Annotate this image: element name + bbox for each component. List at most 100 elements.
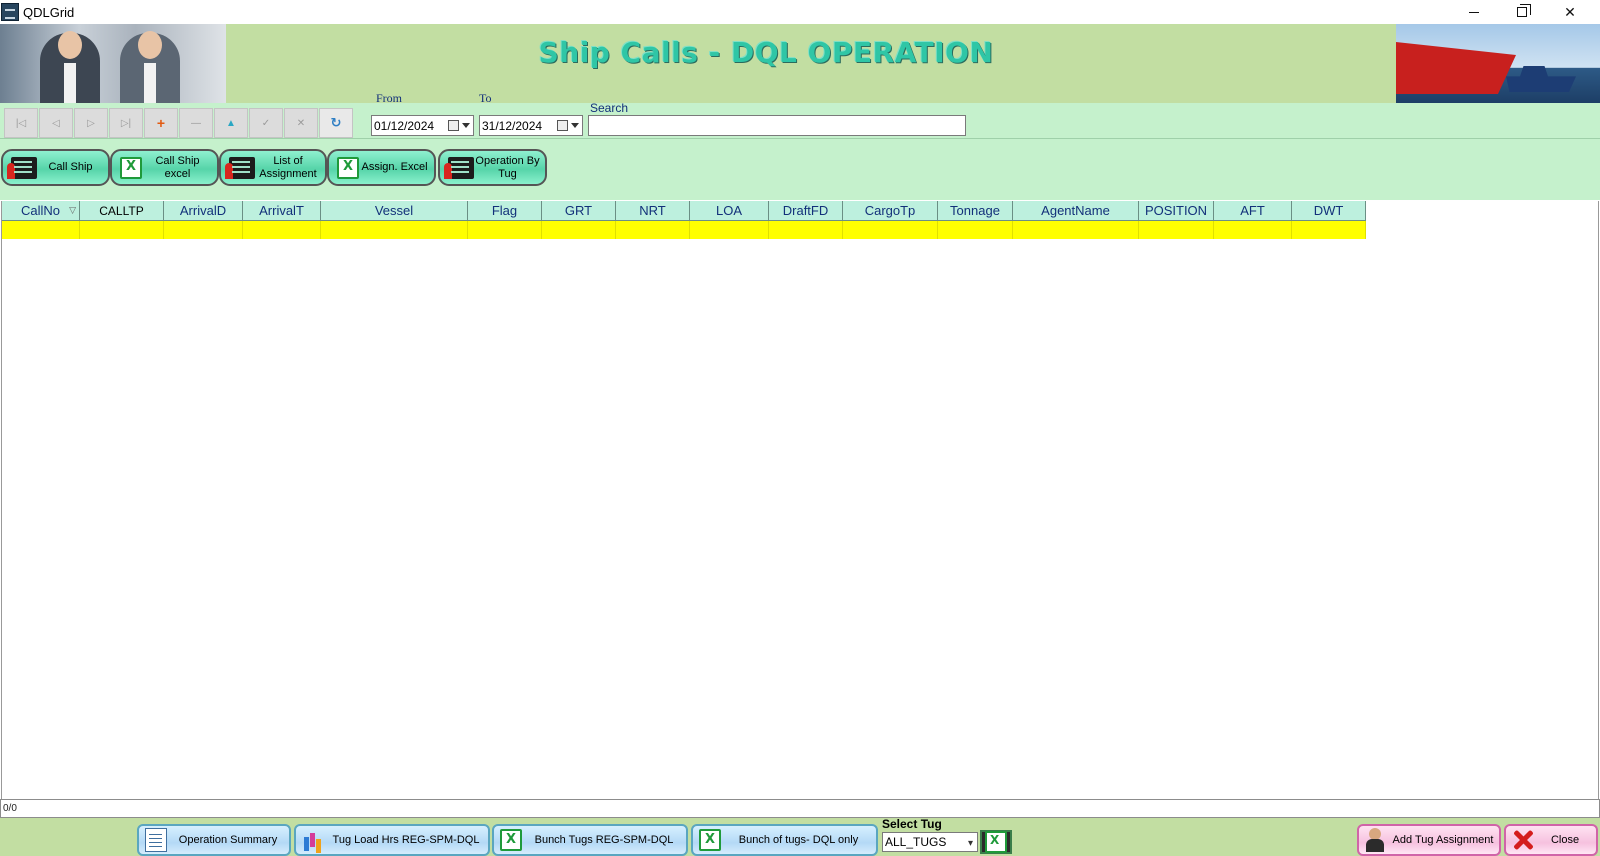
table-cell[interactable] — [468, 221, 542, 239]
operation-summary-label: Operation Summary — [178, 834, 278, 846]
ship-calls-grid[interactable]: CallNo ▽ CALLTP ArrivalD ArrivalT Vessel … — [1, 201, 1599, 799]
column-header-vessel[interactable]: Vessel — [321, 201, 468, 221]
table-cell[interactable] — [1013, 221, 1139, 239]
refresh-button[interactable]: ↻ — [319, 108, 353, 138]
table-cell[interactable] — [616, 221, 690, 239]
table-cell[interactable] — [164, 221, 243, 239]
window-title: QDLGrid — [23, 4, 75, 20]
delete-record-button[interactable]: — — [179, 108, 213, 138]
to-date-picker[interactable]: 31/12/2024 — [479, 115, 583, 136]
column-header-agentname[interactable]: AgentName — [1013, 201, 1139, 221]
calendar-icon[interactable] — [557, 120, 568, 131]
operation-summary-button[interactable]: Operation Summary — [137, 824, 291, 856]
post-record-button[interactable]: ✓ — [249, 108, 283, 138]
dropdown-arrow-icon[interactable] — [571, 123, 579, 128]
table-cell[interactable] — [690, 221, 769, 239]
column-header-tonnage[interactable]: Tonnage — [938, 201, 1013, 221]
bottom-button-bar: Operation Summary Tug Load Hrs REG-SPM-D… — [0, 817, 1600, 856]
call-ship-label: Call Ship — [48, 161, 93, 173]
bar-chart-icon — [302, 828, 324, 852]
next-icon: ▷ — [87, 117, 95, 129]
bunch-of-tugs-dql-button[interactable]: Bunch of tugs- DQL only — [691, 824, 878, 856]
from-date-picker[interactable]: 01/12/2024 — [371, 115, 474, 136]
table-cell[interactable] — [80, 221, 164, 239]
next-record-button[interactable]: ▷ — [74, 108, 108, 138]
table-cell[interactable] — [2, 221, 80, 239]
restore-button[interactable] — [1499, 0, 1545, 24]
to-label: To — [479, 91, 492, 105]
table-cell[interactable] — [843, 221, 938, 239]
select-tug-dropdown[interactable]: ALL_TUGS ▾ — [882, 832, 978, 852]
first-record-button[interactable]: |◁ — [4, 108, 38, 138]
close-window-button[interactable]: ✕ — [1547, 0, 1593, 24]
column-header-calltp[interactable]: CALLTP — [80, 201, 164, 221]
excel-icon — [337, 156, 359, 179]
table-cell[interactable] — [542, 221, 616, 239]
column-header-flag[interactable]: Flag — [468, 201, 542, 221]
add-tug-assignment-button[interactable]: Add Tug Assignment — [1357, 824, 1501, 856]
call-ship-button[interactable]: Call Ship — [1, 149, 110, 186]
prev-record-button[interactable]: ◁ — [39, 108, 73, 138]
add-record-button[interactable]: + — [144, 108, 178, 138]
call-ship-excel-label: Call Ship excel — [155, 154, 200, 180]
window-titlebar: QDLGrid ✕ — [0, 0, 1600, 24]
column-header-cargotp[interactable]: CargoTp — [843, 201, 938, 221]
filter-icon[interactable]: ▽ — [69, 205, 76, 216]
document-icon — [145, 828, 167, 852]
record-count-status: 0/0 — [0, 799, 1600, 818]
excel-icon — [120, 156, 142, 179]
last-record-button[interactable]: ▷| — [109, 108, 143, 138]
table-cell[interactable] — [243, 221, 321, 239]
header-banner: Ship Calls - DQL OPERATION — [0, 24, 1600, 103]
column-header-callno[interactable]: CallNo ▽ — [2, 201, 80, 221]
column-header-nrt[interactable]: NRT — [616, 201, 690, 221]
bunch-tugs-button[interactable]: Bunch Tugs REG-SPM-DQL — [492, 824, 688, 856]
call-ship-excel-button[interactable]: Call Ship excel — [110, 149, 219, 186]
tug-load-hrs-button[interactable]: Tug Load Hrs REG-SPM-DQL — [294, 824, 490, 856]
minimize-button[interactable] — [1451, 0, 1497, 24]
from-label: From — [376, 91, 403, 105]
plus-icon: + — [156, 115, 166, 131]
new-record-row[interactable] — [2, 221, 1366, 239]
table-cell[interactable] — [769, 221, 843, 239]
column-header-arrivalt[interactable]: ArrivalT — [243, 201, 321, 221]
column-header-dwt[interactable]: DWT — [1292, 201, 1366, 221]
search-input[interactable] — [588, 115, 966, 136]
calendar-icon[interactable] — [448, 120, 459, 131]
export-excel-button[interactable] — [980, 830, 1012, 854]
list-of-assignment-button[interactable]: List of Assignment — [219, 149, 327, 186]
cancel-record-button[interactable]: ✕ — [284, 108, 318, 138]
column-header-position[interactable]: POSITION — [1139, 201, 1214, 221]
to-date-value: 31/12/2024 — [482, 118, 543, 133]
column-header-loa[interactable]: LOA — [690, 201, 769, 221]
column-header-grt[interactable]: GRT — [542, 201, 616, 221]
select-tug-value: ALL_TUGS — [885, 835, 947, 849]
from-date-value: 01/12/2024 — [374, 118, 435, 133]
table-cell[interactable] — [938, 221, 1013, 239]
table-cell[interactable] — [1292, 221, 1366, 239]
prev-icon: ◁ — [52, 117, 60, 129]
list-of-assignment-label: List of Assignment — [259, 154, 317, 180]
first-icon: |◁ — [15, 117, 27, 129]
dropdown-arrow-icon[interactable] — [462, 123, 470, 128]
assign-excel-button[interactable]: Assign. Excel — [327, 149, 436, 186]
table-cell[interactable] — [1214, 221, 1292, 239]
search-label: Search — [590, 101, 629, 115]
edit-record-button[interactable]: ▲ — [214, 108, 248, 138]
grid-header: CallNo ▽ CALLTP ArrivalD ArrivalT Vessel … — [2, 201, 1366, 221]
column-header-arrivald[interactable]: ArrivalD — [164, 201, 243, 221]
table-cell[interactable] — [1139, 221, 1214, 239]
app-icon — [1, 3, 19, 21]
table-cell[interactable] — [321, 221, 468, 239]
column-header-draftfd[interactable]: DraftFD — [769, 201, 843, 221]
ship-board-icon — [7, 156, 37, 179]
ship-board-icon — [444, 156, 474, 179]
operation-by-tug-button[interactable]: Operation By Tug — [438, 149, 547, 186]
column-header-aft[interactable]: AFT — [1214, 201, 1292, 221]
close-icon: ✕ — [1564, 3, 1576, 20]
close-button[interactable]: Close — [1504, 824, 1598, 856]
minus-icon: — — [191, 117, 201, 129]
close-x-icon — [1512, 828, 1534, 852]
assign-excel-label: Assign. Excel — [361, 161, 428, 173]
chevron-down-icon: ▾ — [967, 838, 973, 849]
